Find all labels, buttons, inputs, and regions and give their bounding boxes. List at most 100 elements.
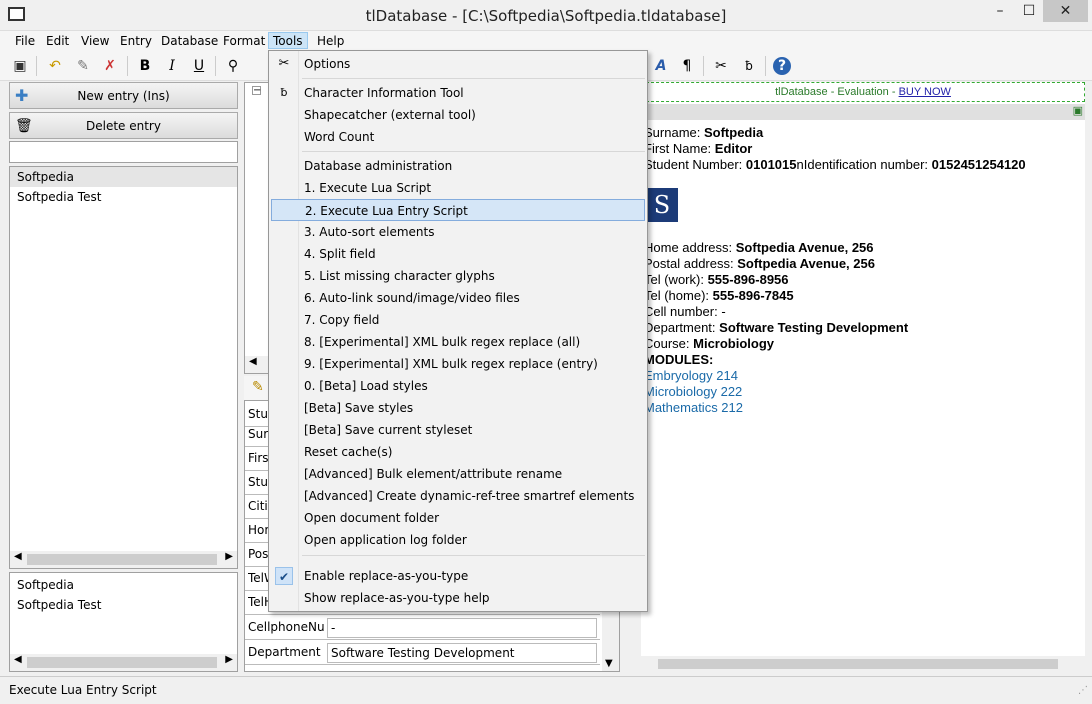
module-link[interactable]: Microbiology 222 [644,384,742,399]
status-text: Execute Lua Entry Script [9,683,157,697]
status-bar: Execute Lua Entry Script ⋰ [0,676,1092,704]
scroll-right-icon[interactable]: ▶ [225,551,233,562]
menu-item-auto-sort[interactable]: 3. Auto-sort elements [271,221,645,243]
menu-file[interactable]: File [11,33,39,50]
module-link[interactable]: Embryology 214 [644,368,738,383]
menu-item-db-admin[interactable]: Database administration [271,155,645,177]
menu-item-split-field[interactable]: 4. Split field [271,243,645,265]
preview-header: ▣ [641,104,1085,120]
menu-item-save-styleset[interactable]: [Beta] Save current styleset [271,419,645,441]
font-icon[interactable]: A [650,55,672,77]
close-button[interactable]: ✕ [1043,0,1088,22]
scroll-left-icon[interactable]: ◀ [14,551,22,562]
scroll-right-icon[interactable]: ▶ [225,654,233,665]
list-item[interactable]: Softpedia Test [10,595,237,615]
scroll-left-icon[interactable]: ◀ [14,654,22,665]
char-info-icon: ƀ [280,86,288,99]
horizontal-scrollbar[interactable]: ◀ ▶ [10,551,237,568]
field-label: Department [248,645,321,659]
menu-format[interactable]: Format [219,33,269,50]
department-field[interactable]: Software Testing Development [327,643,597,663]
scroll-down-icon[interactable]: ▼ [605,658,613,669]
linked-entry-list: Softpedia Softpedia Test ◀ ▶ [9,572,238,672]
student-line: Student Number: 0101015nIdentification n… [644,157,1026,172]
list-item[interactable]: Softpedia [10,167,237,187]
char-info-icon[interactable]: ƀ [738,55,760,77]
menu-item-load-styles[interactable]: 0. [Beta] Load styles [271,375,645,397]
menu-database[interactable]: Database [157,33,222,50]
menu-entry[interactable]: Entry [116,33,156,50]
horizontal-scrollbar[interactable]: ◀ ▶ [10,654,237,671]
plus-icon: ✚ [15,86,29,105]
menu-item-replace-as-you-type[interactable]: ✔ Enable replace-as-you-type [271,565,645,587]
menu-bar: File Edit View Entry Database Format Too… [0,31,1092,51]
window-title: tlDatabase - [C:\Softpedia\Softpedia.tld… [365,7,727,25]
menu-item-auto-link[interactable]: 6. Auto-link sound/image/video files [271,287,645,309]
resize-grip-icon[interactable]: ⋰ [1078,685,1088,696]
menu-item-shapecatcher[interactable]: Shapecatcher (external tool) [271,104,645,126]
menu-item-bulk-rename[interactable]: [Advanced] Bulk element/attribute rename [271,463,645,485]
menu-item-regex-all[interactable]: 8. [Experimental] XML bulk regex replace… [271,331,645,353]
home-line: Home address: Softpedia Avenue, 256 [644,240,874,255]
scissors-icon: ✂ [278,56,290,71]
postal-line: Postal address: Softpedia Avenue, 256 [644,256,875,271]
edit-icon[interactable]: ✎ [252,379,264,395]
menu-item-word-count[interactable]: Word Count [271,126,645,148]
new-entry-button[interactable]: ✚ New entry (Ins) [9,82,238,109]
menu-view[interactable]: View [77,33,113,50]
undo-icon[interactable]: ↶ [44,55,66,77]
save-icon[interactable]: ▣ [9,55,31,77]
minimize-button[interactable]: – [985,0,1015,22]
tools-menu: ✂ Options ƀ Character Information Tool Sha… [268,50,648,612]
binoculars-icon[interactable]: ⚲ [222,55,244,77]
preview-pane: tlDatabase - Evaluation - BUY NOW ▣ Surn… [641,82,1085,672]
entry-list: Softpedia Softpedia Test ◀ ▶ [9,166,238,569]
field-row: Department Software Testing Development [245,641,600,665]
course-line: Course: Microbiology [644,336,775,351]
menu-item-char-info[interactable]: ƀ Character Information Tool [271,82,645,104]
search-input[interactable] [9,141,238,163]
cellphone-field[interactable]: - [327,618,597,638]
title-bar: tlDatabase - [C:\Softpedia\Softpedia.tld… [0,0,1092,31]
menu-item-regex-entry[interactable]: 9. [Experimental] XML bulk regex replace… [271,353,645,375]
modules-heading: MODULES: [644,352,714,367]
menu-item-save-styles[interactable]: [Beta] Save styles [271,397,645,419]
list-item[interactable]: Softpedia Test [10,187,237,207]
maximize-button[interactable]: ☐ [1015,0,1043,22]
menu-item-copy-field[interactable]: 7. Copy field [271,309,645,331]
tree-collapse-icon[interactable]: − [252,86,261,96]
menu-help[interactable]: Help [313,33,348,50]
paragraph-icon[interactable]: ¶ [676,55,698,77]
menu-item-lua-script[interactable]: 1. Execute Lua Script [271,177,645,199]
list-item[interactable]: Softpedia [10,575,237,595]
menu-item-missing-glyphs[interactable]: 5. List missing character glyphs [271,265,645,287]
buy-now-link[interactable]: BUY NOW [899,86,951,98]
export-icon[interactable]: ▣ [1073,104,1083,117]
menu-item-reset-cache[interactable]: Reset cache(s) [271,441,645,463]
menu-item-open-doc-folder[interactable]: Open document folder [271,507,645,529]
menu-item-open-log-folder[interactable]: Open application log folder [271,529,645,551]
rename-icon[interactable]: ✎ [72,55,94,77]
menu-item-lua-entry-script[interactable]: 2. Execute Lua Entry Script [271,199,645,221]
horizontal-scrollbar[interactable] [641,656,1085,672]
logo-image: S [646,188,678,222]
trash-icon: 🗑 [15,118,33,134]
department-line: Department: Software Testing Development [644,320,909,335]
checkmark-icon: ✔ [275,567,293,585]
menu-item-replace-help[interactable]: Show replace-as-you-type help [271,587,645,609]
help-icon[interactable]: ? [773,57,791,75]
delete-entry-button[interactable]: 🗑 Delete entry [9,112,238,139]
delete-icon[interactable]: ✗ [99,55,121,77]
telhome-line: Tel (home): 555-896-7845 [644,288,794,303]
menu-edit[interactable]: Edit [42,33,73,50]
menu-item-options[interactable]: ✂ Options [271,53,645,75]
italic-icon[interactable]: I [161,55,183,77]
underline-icon[interactable]: U [188,55,210,77]
menu-item-smartref[interactable]: [Advanced] Create dynamic-ref-tree smart… [271,485,645,507]
scissors-icon[interactable]: ✂ [710,55,732,77]
menu-tools[interactable]: Tools [268,32,308,49]
scroll-left-icon[interactable]: ◀ [249,356,257,367]
cell-line: Cell number: - [644,304,726,319]
bold-icon[interactable]: B [134,55,156,77]
module-link[interactable]: Mathematics 212 [644,400,743,415]
